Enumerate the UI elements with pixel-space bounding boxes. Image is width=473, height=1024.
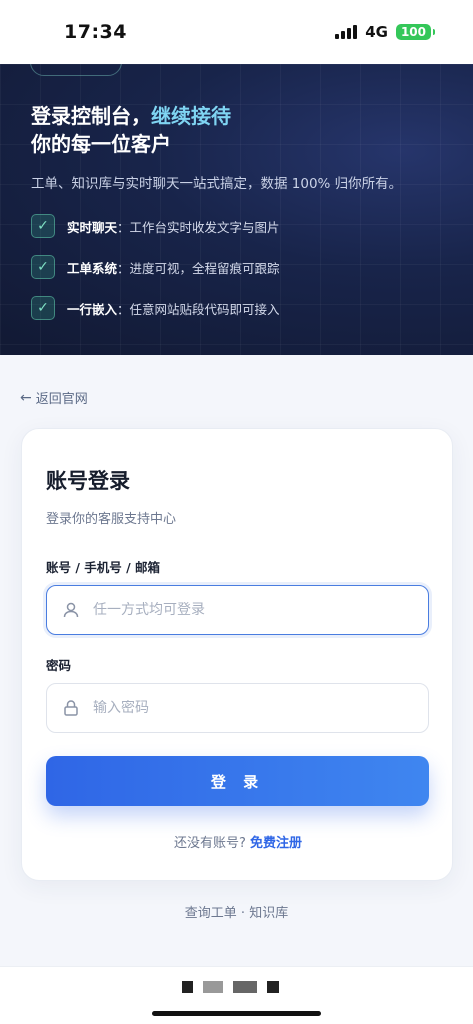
login-title: 账号登录	[46, 469, 130, 493]
toolbar-icon[interactable]	[203, 981, 223, 993]
hero-title-line2: 你的每一位客户	[31, 132, 171, 156]
check-icon: ✓	[31, 296, 55, 320]
hero-banner: 登录控制台，继续接待 你的每一位客户 工单、知识库与实时聊天一站式搞定，数据 1…	[0, 64, 473, 355]
check-icon: ✓	[31, 255, 55, 279]
signal-icon	[335, 25, 358, 39]
back-link-label: 返回官网	[35, 392, 88, 407]
back-to-site-link[interactable]: ← 返回官网	[20, 388, 88, 408]
bottom-toolbar	[0, 966, 473, 1024]
feature-text: ：进度可视，全程留痕可跟踪	[117, 260, 280, 276]
no-account-text: 还没有账号?	[173, 836, 246, 851]
feature-item: ✓ 一行嵌入：任意网站贴段代码即可接入	[31, 296, 280, 320]
hero-title: 登录控制台，继续接待 你的每一位客户	[31, 102, 231, 158]
toolbar-icons	[182, 981, 279, 993]
hero-badge	[30, 64, 122, 76]
feature-title: 实时聊天	[67, 219, 118, 235]
login-subtitle: 登录你的客服支持中心	[46, 512, 177, 527]
status-bar: 17:34 4G 100	[0, 0, 473, 64]
password-label: 密码	[46, 658, 72, 673]
toolbar-icon[interactable]	[267, 981, 279, 993]
home-indicator[interactable]	[152, 1011, 321, 1016]
account-field[interactable]	[46, 585, 429, 635]
feature-title: 一行嵌入	[67, 301, 118, 317]
login-card: 账号登录 登录你的客服支持中心 账号 / 手机号 / 邮箱 密码 登 录 还没有…	[21, 428, 453, 881]
register-link[interactable]: 免费注册	[250, 836, 302, 851]
login-button[interactable]: 登 录	[46, 756, 429, 806]
hero-description: 工单、知识库与实时聊天一站式搞定，数据 100% 归你所有。	[31, 176, 403, 192]
status-time: 17:34	[64, 21, 127, 43]
password-field[interactable]	[46, 683, 429, 733]
hero-title-prefix: 登录控制台，	[31, 104, 151, 128]
status-indicators: 4G 100	[335, 23, 436, 41]
user-icon	[61, 600, 81, 620]
lock-icon	[61, 698, 81, 718]
hero-title-accent: 继续接待	[151, 104, 231, 128]
toolbar-icon[interactable]	[233, 981, 257, 993]
feature-item: ✓ 实时聊天：工作台实时收发文字与图片	[31, 214, 280, 238]
battery-icon: 100	[395, 24, 436, 40]
feature-text: ：工作台实时收发文字与图片	[117, 219, 280, 235]
footer-links[interactable]: 查询工单 · 知识库	[0, 902, 473, 921]
network-type: 4G	[365, 23, 388, 41]
check-icon: ✓	[31, 214, 55, 238]
feature-text: ：任意网站贴段代码即可接入	[117, 301, 280, 317]
account-input[interactable]	[93, 602, 393, 618]
signup-prompt: 还没有账号? 免费注册	[22, 832, 454, 851]
arrow-left-icon: ←	[20, 389, 32, 406]
feature-item: ✓ 工单系统：进度可视，全程留痕可跟踪	[31, 255, 280, 279]
account-label: 账号 / 手机号 / 邮箱	[46, 560, 161, 575]
toolbar-icon[interactable]	[182, 981, 193, 993]
feature-title: 工单系统	[67, 260, 118, 276]
password-input[interactable]	[93, 700, 393, 716]
feature-list: ✓ 实时聊天：工作台实时收发文字与图片 ✓ 工单系统：进度可视，全程留痕可跟踪 …	[31, 214, 280, 337]
